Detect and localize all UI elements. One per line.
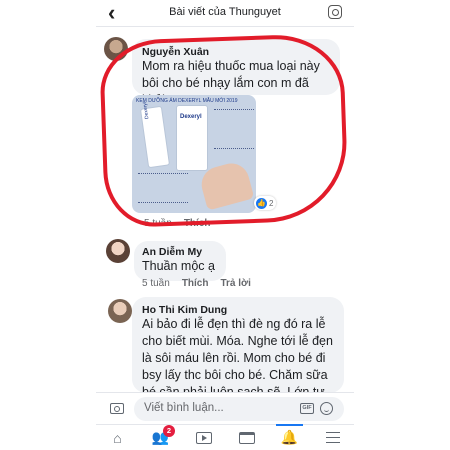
comment-time: 5 tuần — [142, 278, 170, 289]
comment-input[interactable]: Viết bình luận... GIF — [134, 397, 344, 421]
comment-photo[interactable]: KEM DƯỠNG ẨM DEXERYL MẪU MỚI 2019 Dexery… — [132, 95, 256, 213]
comment-actions: 5 tuần Thích — [144, 218, 210, 229]
page-title: Bài viết của Thunguyet — [169, 6, 281, 18]
comment-author[interactable]: Nguyễn Xuân — [142, 46, 330, 58]
handwritten-notes — [214, 109, 254, 149]
reply-button[interactable]: Trả lời — [220, 278, 250, 289]
comment-placeholder: Viết bình luận... — [144, 402, 224, 414]
comment-bubble[interactable]: Nguyễn Xuân Mom ra hiệu thuốc mua loại n… — [132, 39, 340, 107]
like-button[interactable]: Thích — [182, 278, 209, 289]
avatar[interactable] — [106, 239, 130, 263]
comment-time: 5 tuần — [144, 218, 172, 229]
menu-icon — [325, 432, 340, 443]
avatar[interactable] — [108, 299, 132, 323]
comment-author[interactable]: Ho Thi Kim Dung — [142, 304, 334, 316]
notifications-icon: 🔔 — [280, 429, 299, 445]
comment-bubble[interactable]: An Diễm My Thuần mộc ạ — [134, 241, 226, 281]
like-button[interactable]: Thích — [184, 218, 211, 229]
gif-button[interactable]: GIF — [300, 403, 314, 414]
reaction-number: 2 — [269, 198, 274, 208]
instagram-icon[interactable] — [328, 5, 342, 19]
tab-watch[interactable] — [182, 425, 225, 450]
marketplace-icon — [238, 431, 255, 444]
comment-composer: Viết bình luận... GIF — [96, 392, 354, 424]
top-bar: ‹ Bài viết của Thunguyet — [96, 0, 354, 27]
tab-menu[interactable] — [311, 425, 354, 450]
tab-home[interactable]: ⌂ — [96, 425, 139, 450]
comments-page: Nguyễn Xuân Mom ra hiệu thuốc mua loại n… — [96, 27, 354, 450]
avatar[interactable] — [104, 37, 128, 61]
tab-friends[interactable]: 👥 2 — [139, 425, 182, 450]
photo-caption: KEM DƯỠNG ẨM DEXERYL MẪU MỚI 2019 — [136, 98, 238, 104]
home-icon: ⌂ — [113, 429, 122, 446]
product-brand-label: Dexeryl — [142, 101, 151, 120]
handwritten-notes — [138, 173, 188, 203]
comment-actions: 5 tuần Thích Trả lời — [142, 278, 251, 289]
reaction-count[interactable]: 👍 2 — [254, 196, 277, 210]
like-icon: 👍 — [256, 197, 267, 209]
product-box: Dexeryl — [176, 105, 208, 171]
bottom-tab-bar: ⌂ 👥 2 🔔 — [96, 424, 354, 450]
notification-badge: 2 — [163, 425, 175, 437]
watch-icon — [195, 431, 212, 444]
camera-icon[interactable] — [110, 403, 124, 414]
tab-notifications[interactable]: 🔔 — [268, 424, 311, 450]
comment-author[interactable]: An Diễm My — [142, 246, 218, 258]
product-brand-label: Dexeryl — [180, 114, 202, 120]
comment-bubble[interactable]: Ho Thi Kim Dung Ai bảo đi lễ đẹn thì đè … — [132, 297, 344, 416]
tab-marketplace[interactable] — [225, 425, 268, 450]
product-tube: Dexeryl — [139, 102, 171, 169]
comment-text: Thuần mộc ạ — [142, 259, 215, 273]
emoji-icon[interactable] — [320, 402, 333, 415]
